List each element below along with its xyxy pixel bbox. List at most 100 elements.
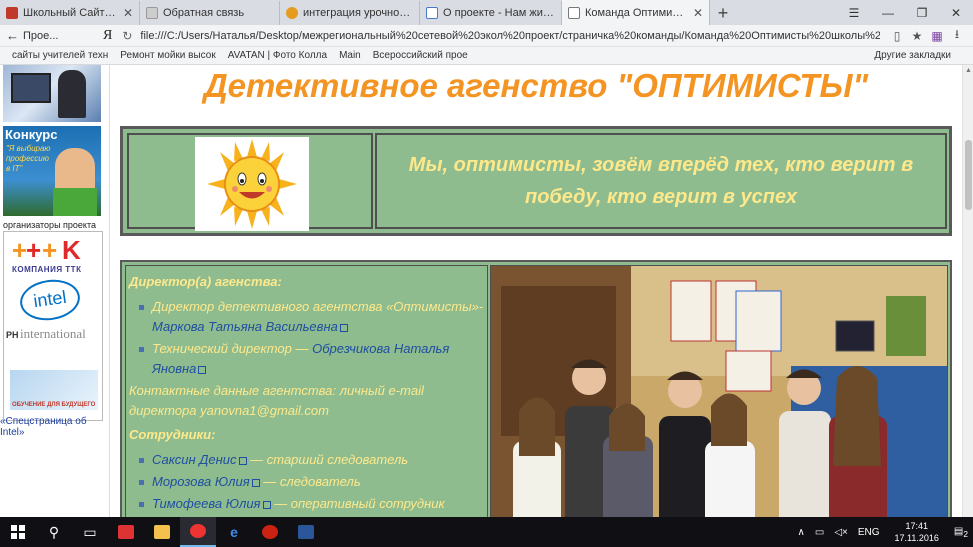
external-link-icon (198, 365, 207, 374)
file-explorer-icon[interactable] (144, 517, 180, 547)
restore-button[interactable]: ❐ (905, 0, 939, 25)
staff-role: — оперативный сотрудник (270, 496, 445, 511)
banner-image-computer[interactable] (3, 65, 101, 122)
clock-time: 17:41 (905, 521, 928, 531)
bookmark-item[interactable]: Всероссийский прое (373, 50, 468, 61)
staff-heading: Сотрудники: (129, 427, 216, 442)
chevron-up-icon[interactable]: ∧ (798, 527, 805, 538)
sun-image (195, 137, 309, 231)
person-image (58, 70, 86, 118)
task-view-icon[interactable]: ▭ (72, 517, 108, 547)
tab-title: О проекте - Нам жить на эт (443, 7, 555, 19)
slogan-text: Мы, оптимисты, зовём вперёд тех, кто вер… (408, 154, 914, 208)
back-arrow-icon[interactable]: ← (6, 28, 19, 43)
scroll-up-icon[interactable]: ▲ (965, 67, 972, 74)
search-icon[interactable]: ⚲ (36, 517, 72, 547)
left-sidebar: Конкурс "Я выбираю профессию в IT" орган… (0, 65, 110, 517)
close-icon[interactable]: ✕ (693, 6, 703, 20)
page-icon (426, 7, 438, 19)
future-education-banner[interactable]: ОБУЧЕНИЕ ДЛЯ БУДУЩЕГО (10, 370, 98, 410)
system-tray: ∧ ▭ ◁× ENG 17:41 17.11.2016 ▤2 (793, 520, 973, 544)
tab-feedback[interactable]: Обратная связь (140, 1, 280, 25)
notification-count: 2 (963, 528, 968, 539)
page-icon (568, 6, 580, 19)
close-icon[interactable]: ✕ (123, 6, 133, 20)
ph-label: PH (6, 330, 19, 340)
list-item: Саксин Денис — старший следователь (139, 450, 487, 470)
windows-taskbar: ⚲ ▭ e ∧ ▭ ◁× ENG 17:41 17.11.2016 ▤2 (0, 517, 973, 547)
opera-icon[interactable] (252, 517, 288, 547)
volume-icon[interactable]: ◁× (834, 527, 848, 538)
clock-date: 17.11.2016 (894, 533, 939, 543)
bookmark-item[interactable]: AVATAN | Фото Колла (228, 50, 327, 61)
vertical-scrollbar[interactable]: ▲ (962, 65, 973, 517)
page-icon (146, 7, 158, 19)
director-name-link[interactable]: Маркова Татьяна Васильевна (152, 319, 338, 334)
url-field[interactable]: file:///C:/Users/Наталья/Desktop/межреги… (140, 30, 880, 42)
tab-about-project[interactable]: О проекте - Нам жить на эт (420, 1, 562, 25)
staff-name-link[interactable]: Морозова Юлия (152, 474, 250, 489)
menu-icon[interactable]: ☰ (837, 0, 871, 25)
staff-name-link[interactable]: Саксин Денис (152, 452, 237, 467)
tab-integration[interactable]: интеграция урочной и вне (280, 1, 420, 25)
reader-mode-icon[interactable]: ▯ (887, 29, 907, 43)
yandex-logo-icon[interactable]: Я (103, 28, 112, 44)
bookmark-item[interactable]: сайты учителей техн (12, 50, 108, 61)
child-shirt (53, 188, 97, 216)
external-link-icon (238, 456, 247, 465)
slogan-cell: Мы, оптимисты, зовём вперёд тех, кто вер… (375, 133, 947, 229)
close-window-button[interactable]: ✕ (939, 0, 973, 25)
scrollbar-thumb[interactable] (965, 140, 972, 210)
word-icon[interactable] (288, 517, 324, 547)
browser-tab-strip: Школьный Сайт: Главная ✕ Обратная связь … (0, 0, 973, 25)
director-list: Директор детективного агентства «Оптимис… (139, 297, 487, 379)
ttk-logo[interactable]: + + + K КОМПАНИЯ ТТК (12, 236, 100, 276)
list-item: Директор детективного агентства «Оптимис… (139, 297, 487, 337)
bookmarks-bar: сайты учителей техн Ремонт мойки высок A… (0, 47, 973, 65)
globe-icon (286, 7, 298, 19)
address-bar: ← Прое... Я ↻ file:///C:/Users/Наталья/D… (0, 25, 973, 47)
contest-subtitle: "Я выбираю профессию в IT" (6, 144, 51, 173)
staff-name-link[interactable]: Тимофеева Юлия (152, 496, 261, 511)
ph-international-logo[interactable]: international (20, 326, 86, 342)
intel-special-page-link[interactable]: «Спецстраница об Intel» (0, 416, 110, 438)
tab-title: Команда Оптимисты шко (585, 6, 687, 19)
tab-title: Обратная связь (163, 7, 245, 19)
list-item: Тимофеева Юлия — оперативный сотрудник (139, 494, 487, 514)
sidebar-divider (109, 65, 110, 517)
reload-icon[interactable]: ↻ (122, 29, 132, 43)
bookmark-item[interactable]: Main (339, 50, 361, 61)
contest-banner[interactable]: Конкурс "Я выбираю профессию в IT" (3, 126, 101, 216)
tab-title: Школьный Сайт: Главная (23, 7, 117, 19)
language-indicator[interactable]: ENG (858, 527, 880, 538)
star-icon[interactable]: ★ (907, 29, 927, 43)
staff-list: Саксин Денис — старший следователь Мороз… (139, 450, 487, 514)
tab-school-site[interactable]: Школьный Сайт: Главная ✕ (0, 1, 140, 25)
bookmark-item[interactable]: Ремонт мойки высок (120, 50, 215, 61)
staff-role: — старший следователь (246, 452, 409, 467)
window-controls: ☰ — ❐ ✕ (837, 0, 973, 25)
other-bookmarks[interactable]: Другие закладки (874, 50, 951, 61)
slogan-banner: Мы, оптимисты, зовём вперёд тех, кто вер… (120, 126, 952, 236)
minimize-button[interactable]: — (871, 0, 905, 25)
download-icon[interactable]: ⭳ (947, 25, 967, 46)
director-role: Директор детективного агентства «Оптимис… (152, 299, 484, 314)
team-info-panel: Директор(а) агенства: Директор детективн… (120, 260, 952, 517)
notifications-icon[interactable]: ▤2 (954, 526, 968, 539)
organizer-logos: + + + K КОМПАНИЯ ТТК intel PH internatio… (3, 231, 103, 421)
back-label[interactable]: Прое... (23, 30, 83, 42)
intel-logo[interactable]: intel (17, 276, 83, 324)
windows-start-icon[interactable] (0, 517, 36, 547)
tab-team-optimists[interactable]: Команда Оптимисты шко ✕ (562, 0, 710, 25)
clock[interactable]: 17:41 17.11.2016 (895, 520, 939, 544)
director-role: Технический директор — (152, 341, 313, 356)
edge-icon[interactable]: e (216, 517, 252, 547)
network-icon[interactable]: ▭ (815, 527, 824, 538)
new-tab-button[interactable]: + (710, 1, 736, 25)
contact-info: Контактные данные агентства: личный e-ma… (129, 383, 424, 418)
web-page: Конкурс "Я выбираю профессию в IT" орган… (0, 65, 962, 517)
extension-icon[interactable]: ▦ (927, 29, 947, 43)
yandex-browser-icon[interactable] (180, 517, 216, 547)
media-app-icon[interactable] (108, 517, 144, 547)
external-link-icon (262, 500, 271, 509)
